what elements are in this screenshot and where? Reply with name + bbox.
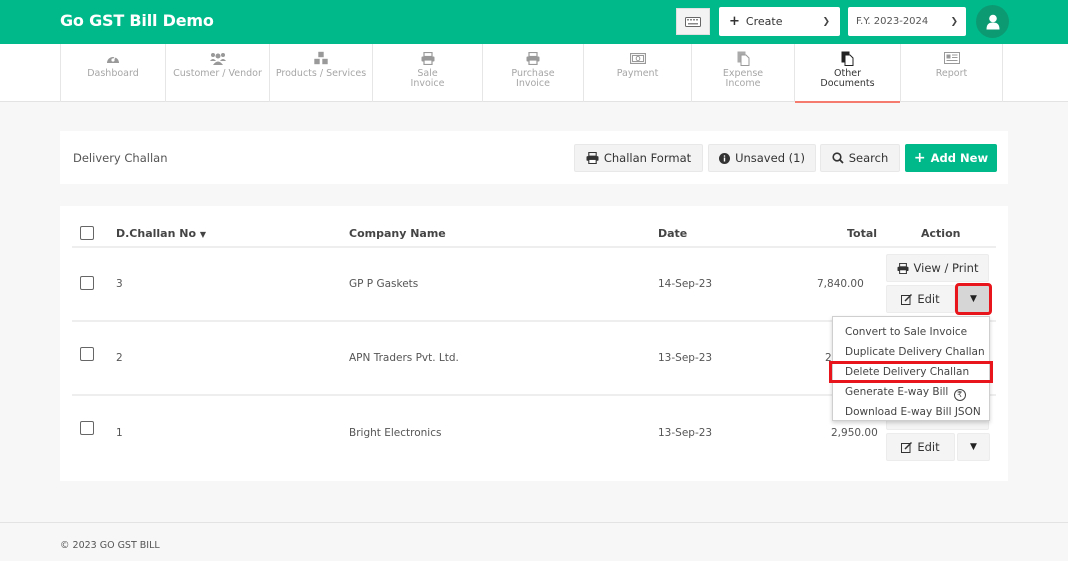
plus-icon: + xyxy=(913,150,926,166)
date: 13-Sep-23 xyxy=(658,352,713,364)
create-label: Create xyxy=(745,15,783,28)
select-all-checkbox[interactable] xyxy=(80,226,94,240)
copyright: © 2023 GO GST BILL xyxy=(60,540,160,551)
edit-icon xyxy=(901,293,913,305)
caret-down-icon: ▼ xyxy=(970,442,977,452)
top-bar: Go GST Bill Demo + Create ❯ F.Y. 2023-20… xyxy=(0,0,1068,44)
add-new-button[interactable]: + Add New xyxy=(905,144,997,172)
page-title: Delivery Challan xyxy=(73,151,168,165)
edit-icon xyxy=(901,441,913,453)
nav-label: Dashboard xyxy=(87,68,139,79)
documents-icon xyxy=(737,51,749,66)
menu-item-delete-delivery-challan[interactable]: Delete Delivery Challan xyxy=(829,361,993,383)
chevron-down-icon: ❯ xyxy=(822,16,830,27)
search-icon xyxy=(832,152,844,164)
nav-payment[interactable]: Payment xyxy=(583,44,691,102)
column-header-company: Company Name xyxy=(349,227,446,240)
nav-sale-invoice[interactable]: Sale Invoice xyxy=(372,44,482,102)
caret-down-icon: ▼ xyxy=(970,294,977,304)
printer-icon xyxy=(526,51,540,65)
keyboard-shortcuts-button[interactable] xyxy=(676,8,710,35)
fiscal-year-select[interactable]: F.Y. 2023-2024 ❯ xyxy=(848,7,966,36)
total: 7,840.00 xyxy=(817,278,864,290)
page-header-card: Delivery Challan Challan Format Unsaved … xyxy=(60,131,1008,184)
sort-desc-icon: ▼ xyxy=(199,230,207,239)
cubes-icon xyxy=(313,50,329,65)
nav-other-documents[interactable]: Other Documents xyxy=(794,44,900,103)
company-name: APN Traders Pvt. Ltd. xyxy=(349,352,459,364)
more-actions-dropdown-button[interactable]: ▼ xyxy=(957,433,990,461)
search-button[interactable]: Search xyxy=(820,144,900,172)
company-name: GP P Gaskets xyxy=(349,278,419,290)
info-icon xyxy=(719,152,731,164)
edit-button[interactable]: Edit xyxy=(886,433,955,461)
main-nav: Dashboard Customer / Vendor Products / S… xyxy=(0,44,1068,103)
keyboard-icon xyxy=(685,16,701,27)
column-header-date: Date xyxy=(658,227,688,240)
challan-format-button[interactable]: Challan Format xyxy=(574,144,703,172)
dashboard-icon xyxy=(107,55,119,63)
documents-icon xyxy=(841,51,854,66)
nav-label: Invoice xyxy=(410,78,445,89)
view-print-button[interactable]: View / Print xyxy=(886,254,989,282)
nav-expense-income[interactable]: Expense Income xyxy=(691,44,794,102)
printer-icon xyxy=(421,51,434,65)
total: 2,950.00 xyxy=(831,427,878,439)
nav-products-services[interactable]: Products / Services xyxy=(269,44,372,102)
date: 13-Sep-23 xyxy=(658,427,713,439)
rupee-icon: ₹ xyxy=(953,389,966,401)
more-actions-menu: Convert to Sale Invoice Duplicate Delive… xyxy=(829,316,993,422)
menu-item-duplicate-delivery-challan[interactable]: Duplicate Delivery Challan xyxy=(833,342,989,362)
row-checkbox[interactable] xyxy=(80,421,94,435)
add-new-label: Add New xyxy=(930,151,989,165)
more-actions-dropdown-button[interactable]: ▼ xyxy=(955,283,992,315)
nav-label: Documents xyxy=(820,78,875,89)
column-header-action: Action xyxy=(921,227,961,240)
create-dropdown[interactable]: + Create ❯ xyxy=(719,7,840,36)
fiscal-year-value: F.Y. 2023-2024 xyxy=(856,16,929,27)
date: 14-Sep-23 xyxy=(658,278,713,290)
menu-item-convert-to-sale-invoice[interactable]: Convert to Sale Invoice xyxy=(833,322,989,342)
money-icon xyxy=(629,52,646,64)
user-icon xyxy=(986,14,999,29)
nav-label: Invoice xyxy=(516,78,550,89)
challan-no: 3 xyxy=(116,278,123,290)
chevron-down-icon: ❯ xyxy=(950,16,958,27)
nav-dashboard[interactable]: Dashboard xyxy=(60,44,165,102)
footer: © 2023 GO GST BILL xyxy=(0,522,1068,561)
challan-format-label: Challan Format xyxy=(603,151,692,165)
app-title: Go GST Bill Demo xyxy=(60,11,214,30)
column-header-total: Total xyxy=(847,227,878,240)
column-header-challan-no[interactable]: D.Challan No ▼ xyxy=(116,227,206,240)
nav-label: Payment xyxy=(616,68,659,79)
nav-customer-vendor[interactable]: Customer / Vendor xyxy=(165,44,269,102)
nav-label: Customer / Vendor xyxy=(173,68,262,79)
unsaved-label: Unsaved (1) xyxy=(735,151,805,165)
nav-report[interactable]: Report xyxy=(900,44,1003,102)
row-checkbox[interactable] xyxy=(80,347,94,361)
edit-button[interactable]: Edit xyxy=(886,285,955,313)
menu-item-download-eway-bill-json[interactable]: Download E-way Bill JSON xyxy=(833,402,989,422)
challan-no: 1 xyxy=(116,427,123,439)
menu-item-generate-eway-bill[interactable]: Generate E-way Bill ₹ xyxy=(833,382,989,402)
nav-label: Income xyxy=(725,78,761,89)
nav-label: Report xyxy=(935,68,968,79)
printer-icon xyxy=(586,152,599,164)
divider xyxy=(72,246,996,248)
report-icon xyxy=(943,52,960,64)
printer-icon xyxy=(897,262,909,274)
nav-label: Products / Services xyxy=(275,68,367,79)
users-icon xyxy=(209,52,226,65)
plus-icon: + xyxy=(729,14,740,29)
user-menu-button[interactable] xyxy=(976,5,1009,38)
unsaved-button[interactable]: Unsaved (1) xyxy=(708,144,816,172)
row-checkbox[interactable] xyxy=(80,276,94,290)
challan-no: 2 xyxy=(116,352,123,364)
search-label: Search xyxy=(848,151,889,165)
nav-purchase-invoice[interactable]: Purchase Invoice xyxy=(482,44,583,102)
company-name: Bright Electronics xyxy=(349,427,442,439)
